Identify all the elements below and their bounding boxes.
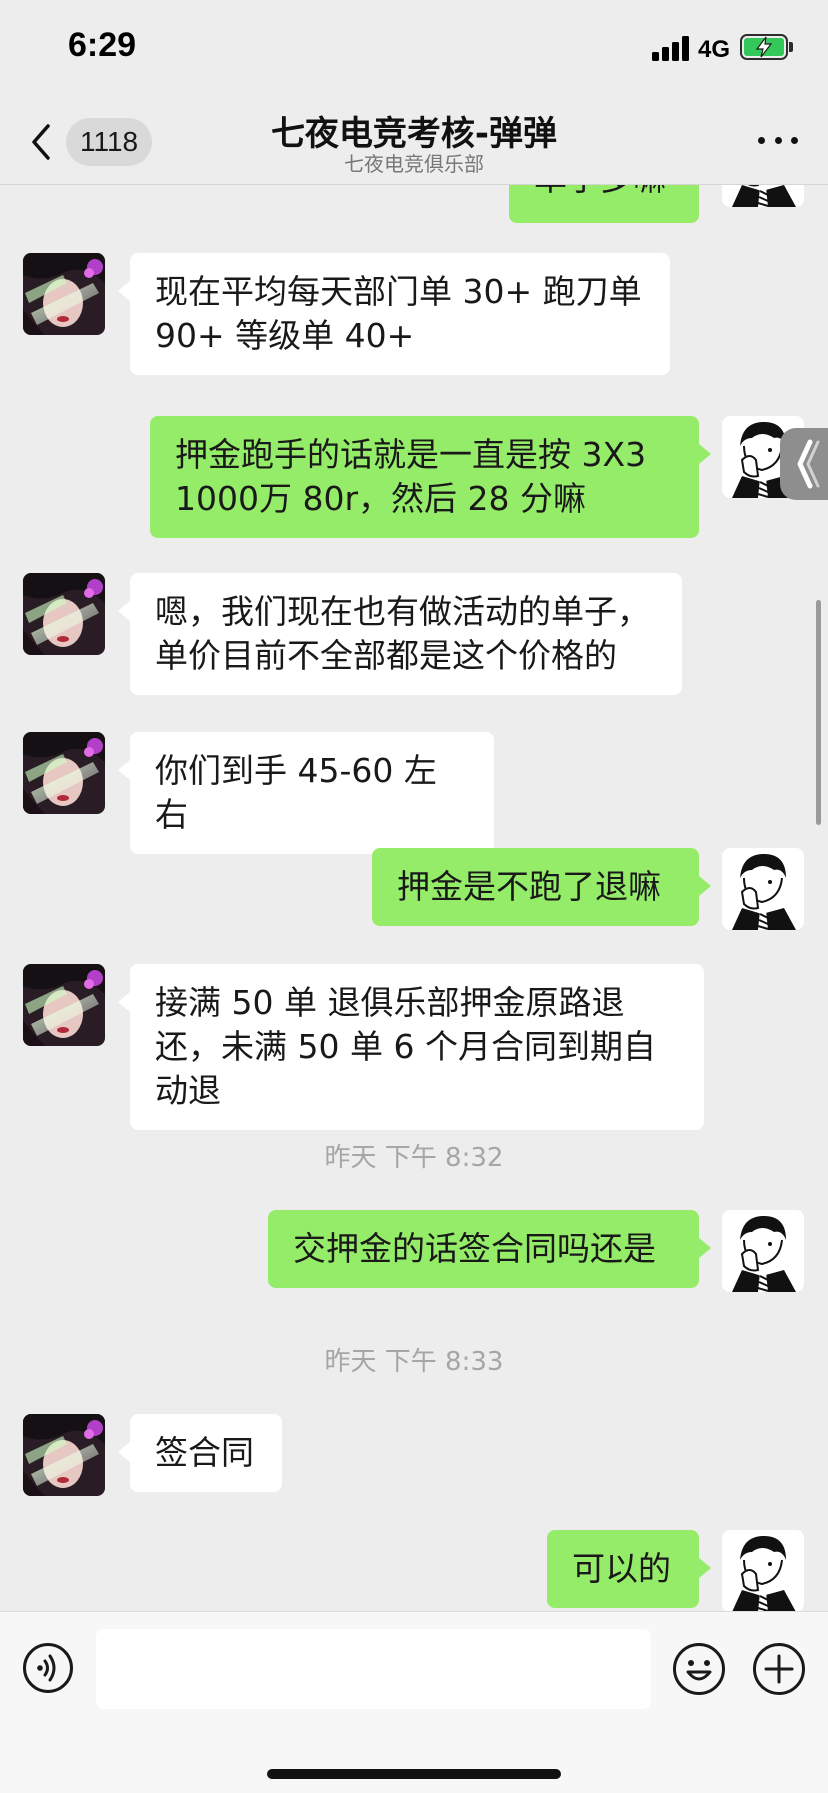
- message-bubble-sent[interactable]: 押金是不跑了退嘛: [372, 848, 711, 926]
- chat-subtitle: 七夜电竞俱乐部: [344, 152, 484, 176]
- message-bubble-sent[interactable]: 押金跑手的话就是一直是按 3X3 1000万 80r，然后 28 分嘛: [150, 416, 711, 538]
- contact-avatar[interactable]: [23, 1414, 105, 1496]
- voice-icon[interactable]: [22, 1642, 74, 1694]
- message-bubble-received[interactable]: 嗯，我们现在也有做活动的单子，单价目前不全部都是这个价格的: [118, 573, 682, 695]
- contact-avatar[interactable]: [23, 732, 105, 814]
- network-type: 4G: [698, 36, 731, 63]
- message-bubble-received[interactable]: 签合同: [118, 1414, 282, 1492]
- battery-icon: [740, 34, 788, 60]
- contact-avatar[interactable]: [23, 573, 105, 655]
- message-input[interactable]: [96, 1629, 651, 1709]
- more-icon-dot: [758, 136, 765, 144]
- signal-icon: [652, 35, 692, 61]
- my-avatar[interactable]: [722, 848, 804, 930]
- emoji-icon[interactable]: [672, 1642, 726, 1696]
- more-icon-dot: [774, 136, 782, 144]
- contact-avatar[interactable]: [23, 964, 105, 1046]
- home-indicator[interactable]: [267, 1769, 561, 1779]
- charging-bolt-icon: [755, 36, 773, 58]
- contact-avatar[interactable]: [23, 253, 105, 335]
- status-time: 6:29: [68, 26, 137, 64]
- my-avatar[interactable]: [722, 185, 804, 207]
- more-icon-dot: [791, 136, 798, 144]
- message-bubble-received[interactable]: 现在平均每天部门单 30+ 跑刀单 90+ 等级单 40+: [118, 253, 670, 375]
- message-bubble-sent[interactable]: 可以的: [547, 1530, 711, 1608]
- status-bar: 6:29 4G: [0, 0, 828, 100]
- message-bubble-sent[interactable]: 交押金的话签合同吗还是: [268, 1210, 711, 1288]
- battery-cap: [789, 42, 793, 52]
- scrollbar-thumb[interactable]: [816, 600, 821, 825]
- nav-bar: 1118 七夜电竞考核-弹弹 七夜电竞俱乐部: [0, 100, 828, 185]
- message-timestamp: 昨天 下午 8:32: [324, 1143, 504, 1173]
- my-avatar[interactable]: [722, 1530, 804, 1611]
- message-bubble-received[interactable]: 你们到手 45-60 左右: [118, 732, 494, 854]
- my-avatar[interactable]: [722, 1210, 804, 1292]
- message-bubble-received[interactable]: 接满 50 单 退俱乐部押金原路退还，未满 50 单 6 个月合同到期自动退: [118, 964, 704, 1130]
- input-bar: [0, 1611, 828, 1793]
- floating-window-handle[interactable]: [780, 428, 828, 500]
- chevron-left-icon: [797, 439, 820, 489]
- message-timestamp: 昨天 下午 8:33: [324, 1347, 504, 1377]
- message-bubble-sent[interactable]: 单子多嘛: [509, 185, 699, 223]
- more-button[interactable]: [758, 130, 798, 150]
- plus-icon[interactable]: [752, 1642, 806, 1696]
- chat-message-list[interactable]: 单子多嘛 现在平均每天部门单 30+ 跑刀单 90+ 等级单 40+ 押金跑手的…: [0, 185, 828, 1611]
